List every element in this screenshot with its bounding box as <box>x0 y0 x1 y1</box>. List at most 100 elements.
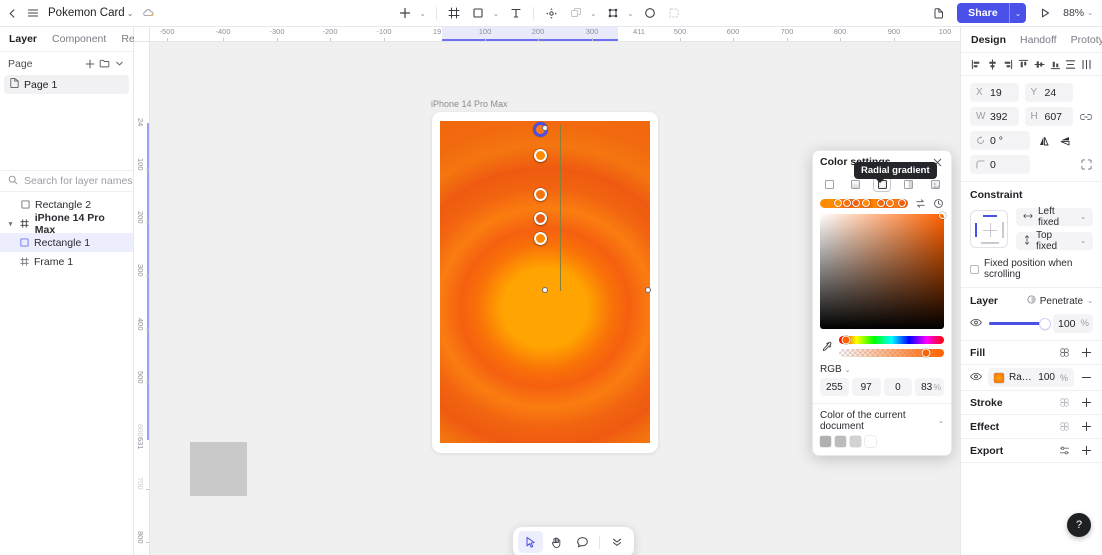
constraint-diagram[interactable] <box>970 210 1008 248</box>
alpha-channel-input[interactable]: 83 % <box>915 378 944 396</box>
hamburger-menu-icon[interactable] <box>27 4 39 23</box>
gradient-stop-3[interactable] <box>534 212 547 225</box>
fixed-scroll-checkbox[interactable] <box>970 264 979 274</box>
corner-radius-input[interactable]: 0 <box>970 155 1030 174</box>
layer-row-iphone-14-pro-max[interactable]: ▾ iPhone 14 Pro Max <box>0 212 133 236</box>
x-position-input[interactable]: X 19 <box>970 83 1019 102</box>
artboard-iphone-14-pro-max[interactable] <box>432 112 658 453</box>
add-tool[interactable] <box>394 3 415 23</box>
effect-styles-icon[interactable] <box>1058 420 1071 433</box>
document-swatch-1[interactable] <box>835 436 846 447</box>
shape-tool[interactable] <box>468 3 489 23</box>
comment-bubble-icon[interactable] <box>570 531 595 553</box>
eye-icon[interactable] <box>970 372 982 384</box>
new-folder-icon[interactable] <box>97 56 112 71</box>
fill-styles-icon[interactable] <box>1058 346 1071 359</box>
align-bottom-icon[interactable] <box>1049 57 1062 71</box>
vector-tool[interactable] <box>541 3 562 23</box>
sv-selector-knob[interactable] <box>939 212 946 219</box>
eyedropper-icon[interactable] <box>820 341 833 353</box>
remove-fill-icon[interactable] <box>1080 371 1093 384</box>
constraint-bottom-bar[interactable] <box>981 242 999 244</box>
opacity-input[interactable]: 100 % <box>1053 314 1093 333</box>
gradient-stop-handle-3[interactable] <box>861 199 870 207</box>
mask-tool-chevron-down-icon[interactable]: ⌄ <box>627 9 633 18</box>
blend-mode-dropdown[interactable]: Penetrate ⌄ <box>1027 295 1093 307</box>
blue-channel-input[interactable]: 0 <box>883 378 913 396</box>
vertical-ruler[interactable]: 24 100 200 300 400 500 600 631 700 800 <box>134 42 150 555</box>
layer-row-rectangle-1[interactable]: Rectangle 1 <box>0 233 133 252</box>
tab-layer[interactable]: Layer <box>9 33 37 45</box>
chevron-right-icon[interactable]: ▾ <box>6 220 15 228</box>
tab-handoff[interactable]: Handoff <box>1020 34 1057 46</box>
alpha-slider[interactable] <box>839 348 944 358</box>
gradient-stop-handle-1[interactable] <box>843 199 852 207</box>
share-chevron-down-icon[interactable]: ⌄ <box>1010 3 1026 23</box>
gradient-stop-handle-4[interactable] <box>876 199 885 207</box>
page-item-page-1[interactable]: Page 1 <box>4 75 129 94</box>
zoom-level-control[interactable]: 88% ⌄ <box>1063 7 1093 19</box>
hue-slider-knob[interactable] <box>841 335 851 345</box>
collapse-icon[interactable] <box>112 56 127 71</box>
hand-tool[interactable] <box>544 531 569 553</box>
y-position-input[interactable]: Y 24 <box>1024 83 1073 102</box>
gradient-stop-handle-0[interactable] <box>833 199 842 207</box>
gradient-stop-handle-5[interactable] <box>886 199 895 207</box>
add-tool-chevron-down-icon[interactable]: ⌄ <box>419 9 425 18</box>
gradient-stop-4[interactable] <box>534 232 547 245</box>
add-stroke-icon[interactable] <box>1080 396 1093 409</box>
add-effect-icon[interactable] <box>1080 420 1093 433</box>
gradient-handle-top[interactable] <box>542 125 548 131</box>
fill-color-chip[interactable]: Radial gr... 100 % <box>988 368 1074 387</box>
tab-design[interactable]: Design <box>971 34 1006 46</box>
fixed-scroll-row[interactable]: Fixed position when scrolling <box>970 258 1093 280</box>
reverse-gradient-icon[interactable] <box>914 197 926 209</box>
document-swatch-0[interactable] <box>820 436 831 447</box>
link-ratio-icon[interactable] <box>1079 112 1093 122</box>
rotation-input[interactable]: 0 ° <box>970 131 1030 150</box>
chevron-double-down-icon[interactable] <box>604 531 629 553</box>
slice-tool[interactable] <box>664 3 685 23</box>
align-top-icon[interactable] <box>1017 57 1030 71</box>
back-button[interactable] <box>7 4 18 23</box>
distribute-horizontal-icon[interactable] <box>1080 57 1093 71</box>
gradient-center-handle[interactable] <box>542 287 548 293</box>
help-button[interactable]: ? <box>1067 513 1091 537</box>
document-swatch-2[interactable] <box>850 436 861 447</box>
align-left-icon[interactable] <box>970 57 983 71</box>
saturation-value-field[interactable] <box>820 212 946 329</box>
add-page-icon[interactable] <box>82 56 97 71</box>
frame-tool[interactable] <box>444 3 465 23</box>
component-tool-chevron-down-icon[interactable]: ⌄ <box>590 9 596 18</box>
layer-row-frame-1[interactable]: Frame 1 <box>0 252 133 271</box>
document-title[interactable]: Pokemon Card ⌄ <box>48 7 133 19</box>
ellipse-tool[interactable] <box>640 3 661 23</box>
vertical-constraint-dropdown[interactable]: Top fixed ⌄ <box>1016 230 1093 252</box>
gradient-stop-2[interactable] <box>534 188 547 201</box>
text-tool[interactable] <box>505 3 526 23</box>
export-icon[interactable] <box>929 4 948 23</box>
add-fill-icon[interactable] <box>1080 346 1093 359</box>
independent-corners-icon[interactable] <box>1079 159 1093 170</box>
play-preview-icon[interactable] <box>1035 4 1054 23</box>
red-channel-input[interactable]: 255 <box>820 378 849 396</box>
add-export-icon[interactable] <box>1080 444 1093 457</box>
opacity-slider-knob[interactable] <box>1040 318 1050 329</box>
document-swatch-3[interactable] <box>865 436 876 447</box>
flip-horizontal-icon[interactable] <box>1036 131 1052 150</box>
horizontal-ruler[interactable]: -500 -400 -300 -200 -100 19 100 200 300 … <box>150 27 960 42</box>
align-right-icon[interactable] <box>1001 57 1014 71</box>
rectangle-1-gradient-fill[interactable] <box>440 121 650 443</box>
constraint-right-bar[interactable] <box>1002 222 1004 238</box>
gradient-radius-handle[interactable] <box>645 287 651 293</box>
gradient-stop-handle-6[interactable] <box>897 199 906 207</box>
constraint-top-bar[interactable] <box>983 215 997 217</box>
gradient-stop-handle-2[interactable] <box>852 199 861 207</box>
distribute-vertical-icon[interactable] <box>1064 57 1077 71</box>
shape-tool-chevron-down-icon[interactable]: ⌄ <box>493 9 499 18</box>
tab-component[interactable]: Component <box>52 33 106 45</box>
document-colors-header[interactable]: Color of the current document ⌄ <box>813 403 951 436</box>
align-vertical-center-icon[interactable] <box>1033 57 1046 71</box>
gradient-bar[interactable] <box>820 198 908 208</box>
align-horizontal-center-icon[interactable] <box>986 57 999 71</box>
